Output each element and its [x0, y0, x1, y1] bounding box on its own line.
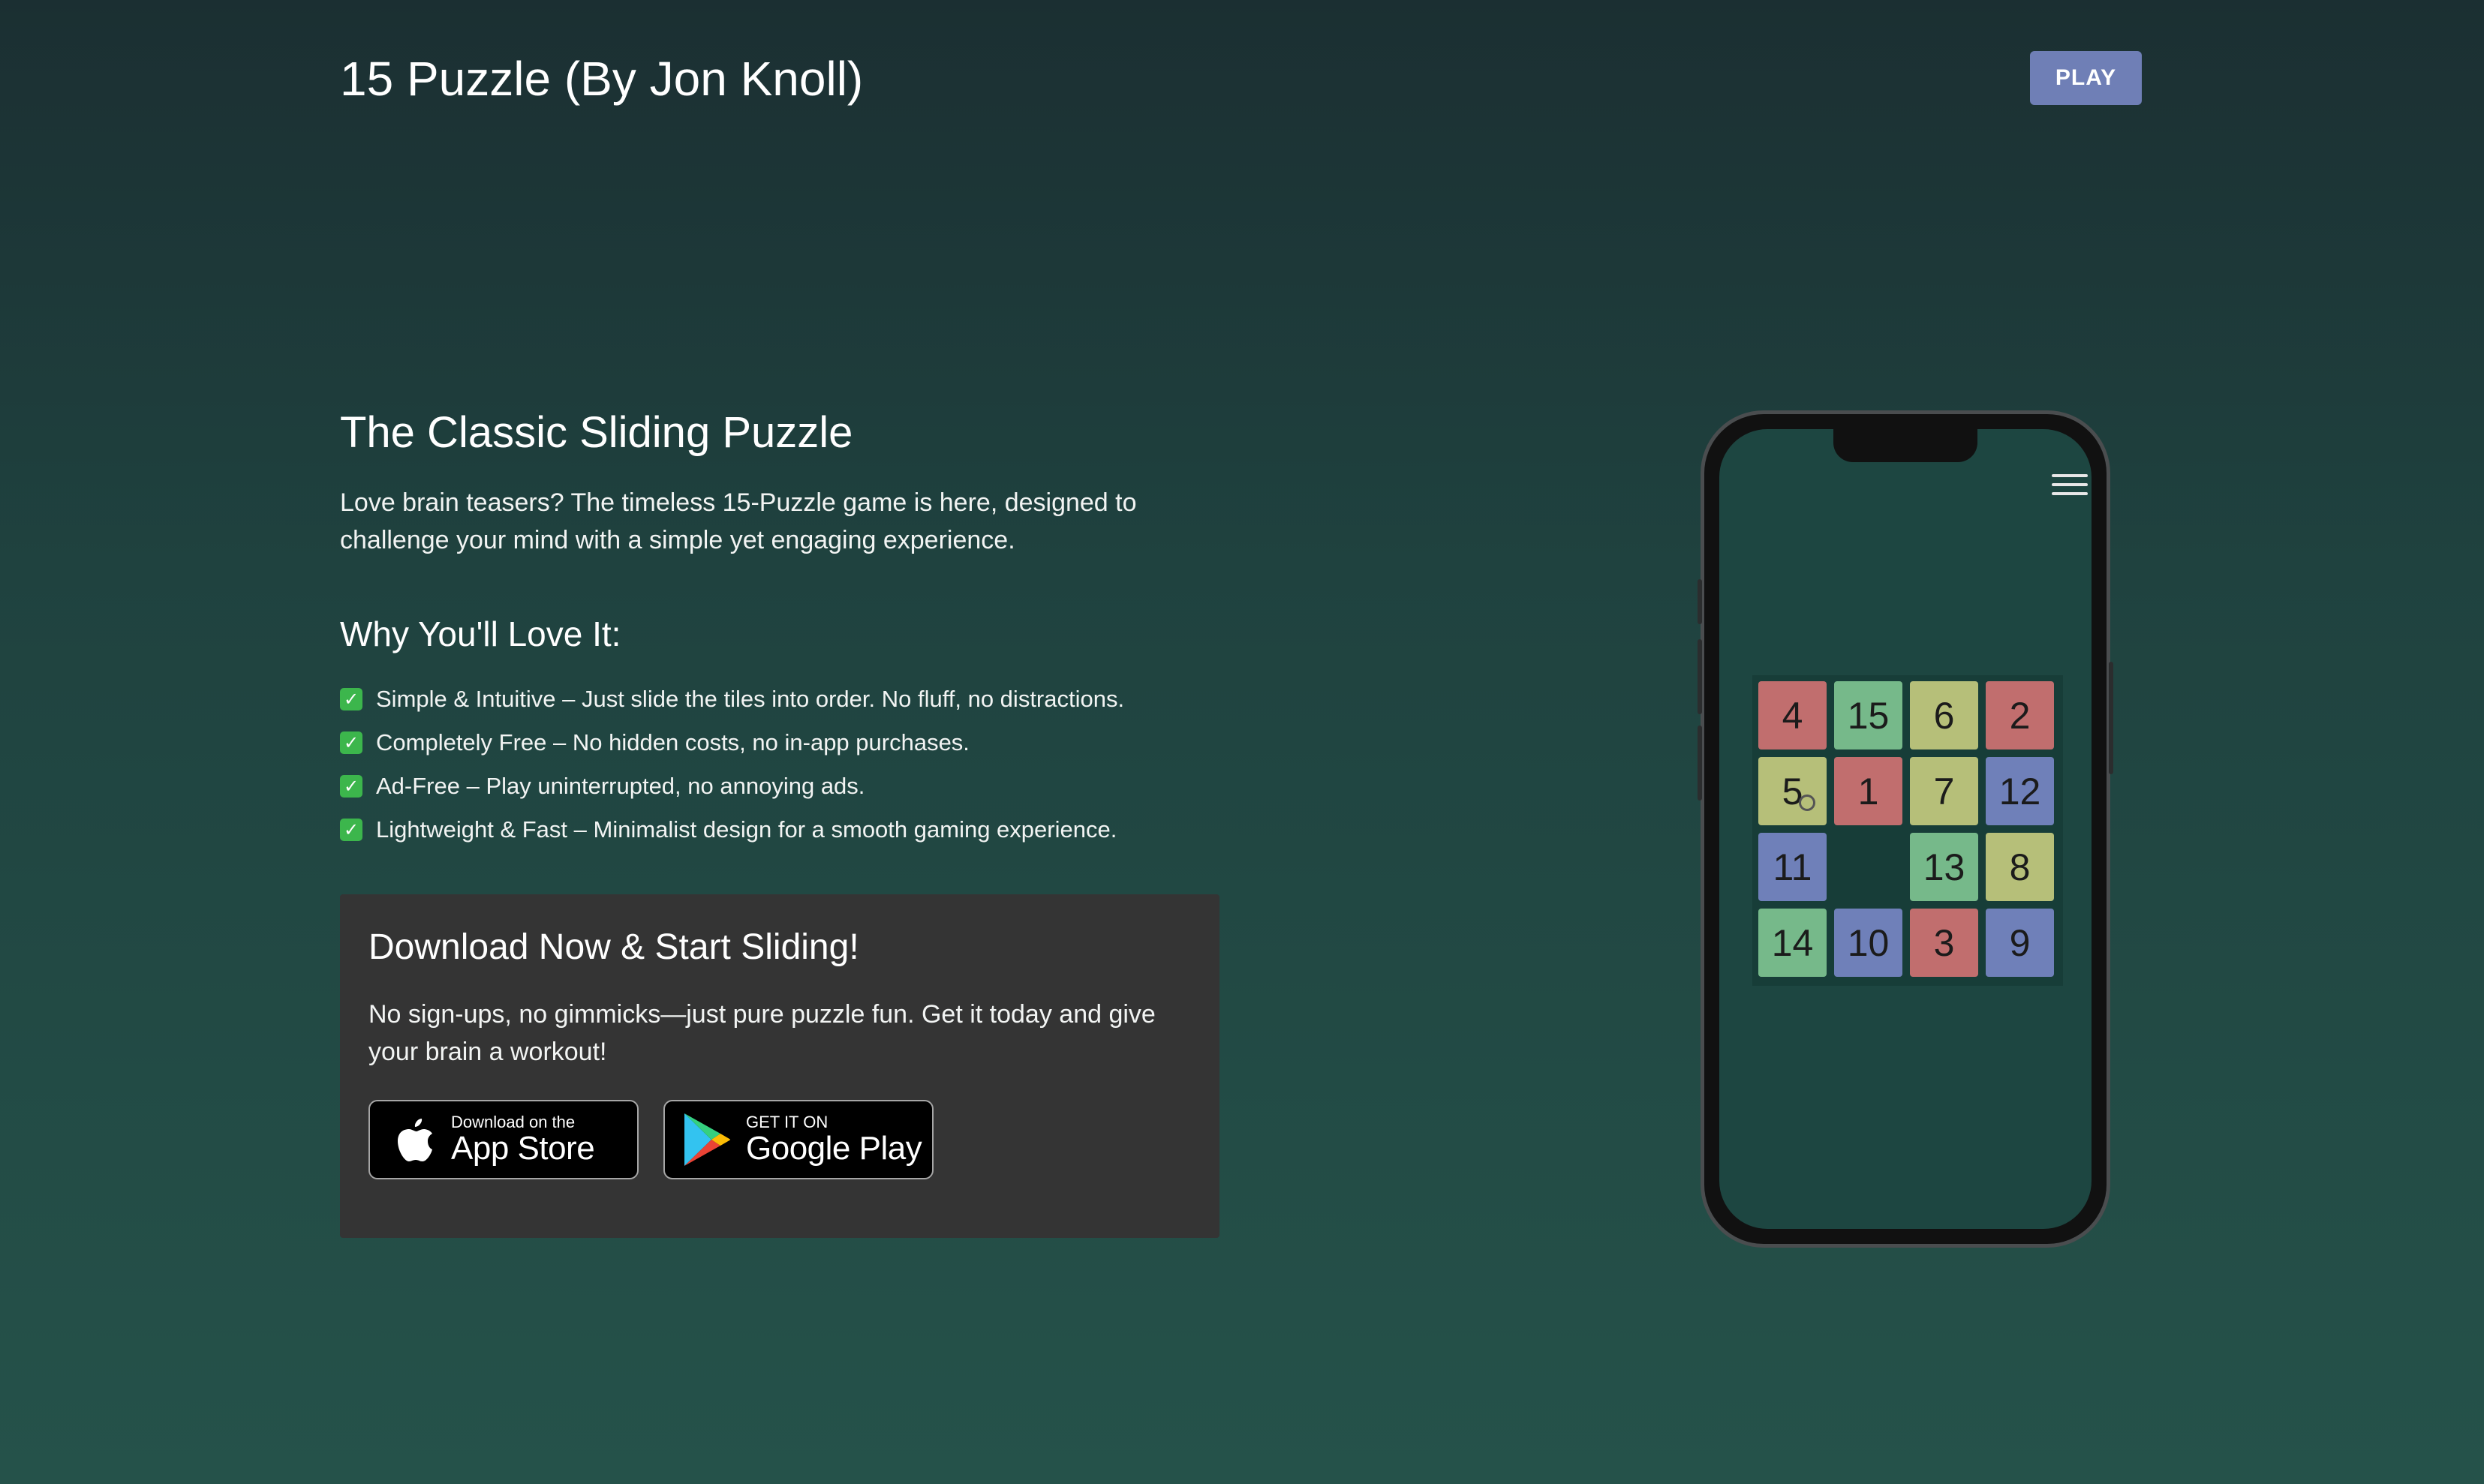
checkmark-icon: ✓ [340, 731, 362, 754]
phone-volume-button [1698, 725, 1702, 801]
hamburger-menu-icon[interactable] [2052, 474, 2088, 497]
google-play-label: Google Play [746, 1130, 922, 1167]
phone-volume-button [1698, 639, 1702, 714]
puzzle-tile[interactable]: 1 [1834, 757, 1902, 825]
download-text: No sign-ups, no gimmicks—just pure puzzl… [368, 1000, 1156, 1066]
phone-power-button [2109, 662, 2113, 774]
feature-text: Completely Free – No hidden costs, no in… [376, 729, 970, 756]
app-store-small-label: Download on the [451, 1113, 576, 1131]
features-heading: Why You'll Love It: [340, 614, 621, 653]
app-store-label: App Store [451, 1130, 595, 1167]
puzzle-tile[interactable]: 10 [1834, 909, 1902, 977]
feature-text: Ad-Free – Play uninterrupted, no annoyin… [376, 773, 865, 799]
puzzle-tile[interactable]: 8 [1986, 833, 2054, 901]
feature-item: ✓ Completely Free – No hidden costs, no … [340, 721, 1124, 765]
play-button[interactable]: PLAY [2030, 51, 2142, 105]
app-store-badge[interactable]: Download on the App Store [368, 1100, 639, 1179]
phone-side-button [1698, 579, 1702, 624]
feature-text: Lightweight & Fast – Minimalist design f… [376, 816, 1117, 843]
phone-screen: 4 15 6 2 5 1 7 12 11 13 8 14 10 3 9 [1719, 429, 2092, 1229]
checkmark-icon: ✓ [340, 775, 362, 798]
feature-list: ✓ Simple & Intuitive – Just slide the ti… [340, 677, 1124, 852]
puzzle-tile[interactable]: 4 [1758, 681, 1827, 750]
empty-slot [1834, 833, 1902, 901]
hero-title: The Classic Sliding Puzzle [340, 408, 853, 457]
puzzle-tile[interactable]: 13 [1910, 833, 1978, 901]
feature-text: Simple & Intuitive – Just slide the tile… [376, 686, 1125, 712]
puzzle-tile[interactable]: 15 [1834, 681, 1902, 750]
puzzle-tile[interactable]: 9 [1986, 909, 2054, 977]
feature-item: ✓ Ad-Free – Play uninterrupted, no annoy… [340, 765, 1124, 808]
puzzle-tile[interactable]: 6 [1910, 681, 1978, 750]
download-title: Download Now & Start Sliding! [368, 927, 859, 967]
puzzle-tile[interactable]: 3 [1910, 909, 1978, 977]
phone-mockup: 4 15 6 2 5 1 7 12 11 13 8 14 10 3 9 [1698, 410, 2113, 1248]
hero-intro: Love brain teasers? The timeless 15-Puzz… [340, 488, 1137, 554]
phone-notch [1833, 429, 1977, 462]
touch-cursor-icon [1799, 795, 1815, 811]
puzzle-tile[interactable]: 2 [1986, 681, 2054, 750]
google-play-icon [684, 1113, 730, 1166]
google-play-badge[interactable]: GET IT ON Google Play [663, 1100, 934, 1179]
feature-item: ✓ Lightweight & Fast – Minimalist design… [340, 808, 1124, 852]
feature-item: ✓ Simple & Intuitive – Just slide the ti… [340, 677, 1124, 721]
download-panel: Download Now & Start Sliding! No sign-up… [340, 894, 1219, 1238]
puzzle-tile[interactable]: 5 [1758, 757, 1827, 825]
puzzle-tile[interactable]: 12 [1986, 757, 2054, 825]
checkmark-icon: ✓ [340, 819, 362, 841]
puzzle-board: 4 15 6 2 5 1 7 12 11 13 8 14 10 3 9 [1752, 675, 2063, 986]
puzzle-tile[interactable]: 7 [1910, 757, 1978, 825]
puzzle-tile[interactable]: 11 [1758, 833, 1827, 901]
puzzle-tile[interactable]: 14 [1758, 909, 1827, 977]
google-play-small-label: GET IT ON [746, 1113, 829, 1131]
page-title: 15 Puzzle (By Jon Knoll) [340, 52, 864, 106]
checkmark-icon: ✓ [340, 688, 362, 710]
apple-icon [398, 1119, 432, 1161]
